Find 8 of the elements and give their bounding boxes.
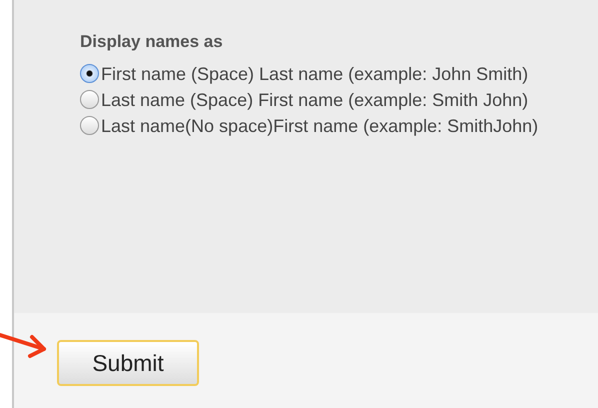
section-title: Display names as — [80, 31, 224, 53]
option-label[interactable]: Last name(No space)First name (example: SmithJohn) — [101, 116, 538, 136]
radio-button[interactable] — [80, 116, 99, 135]
submit-button[interactable]: Submit — [57, 340, 199, 386]
radio-button[interactable] — [80, 90, 99, 109]
option-label[interactable]: Last name (Space) First name (example: Smith John) — [101, 90, 528, 110]
radio-button[interactable] — [80, 64, 99, 83]
option-label[interactable]: First name (Space) Last name (example: John Smith) — [101, 64, 528, 84]
